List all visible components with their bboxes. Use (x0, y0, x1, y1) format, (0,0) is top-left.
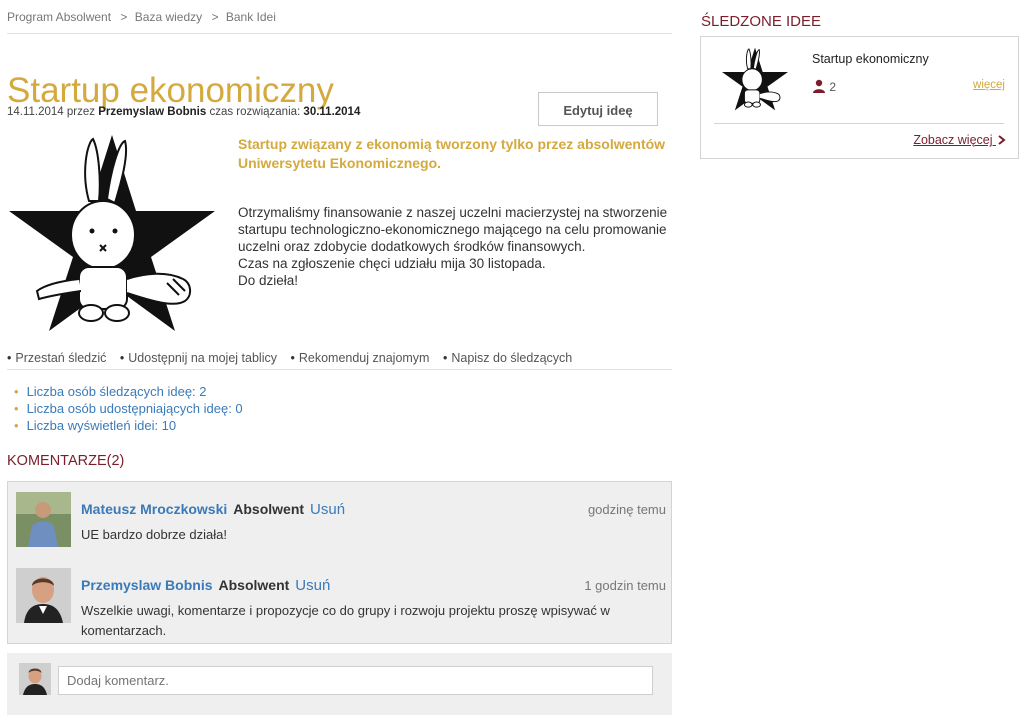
share-action[interactable]: • Udostępnij na mojej tablicy (120, 351, 277, 365)
bullet-icon: • (442, 351, 448, 365)
bullet-icon: • (14, 401, 19, 416)
idea-thumbnail[interactable] (713, 47, 797, 111)
comment-author-name[interactable]: Przemyslaw Bobnis (81, 577, 213, 593)
add-comment-input[interactable] (58, 666, 653, 695)
idea-image (9, 135, 215, 331)
stat-shares[interactable]: • Liczba osób udostępniających ideę: 0 (14, 400, 243, 417)
stat-views-label: Liczba wyświetleń idei: 10 (26, 418, 177, 433)
more-link[interactable]: więcej (973, 79, 1005, 91)
edit-idea-button[interactable]: Edytuj ideę (538, 92, 658, 126)
stat-followers-label: Liczba osób śledzących ideę: 2 (26, 384, 207, 399)
idea-meta: 14.11.2014 przez Przemyslaw Bobnis czas … (7, 106, 360, 118)
bullet-icon: • (14, 418, 19, 433)
stat-views[interactable]: • Liczba wyświetleń idei: 10 (14, 417, 243, 434)
idea-lead: Startup związany z ekonomią tworzony tyl… (238, 136, 666, 171)
followed-idea-followers: 2 (812, 79, 836, 94)
followers-count: 2 (829, 80, 837, 94)
idea-actions: • Przestań śledzić • Udostępnij na mojej t… (7, 351, 582, 365)
comment-item: Przemyslaw Bobnis Absolwent Usuń 1 godzin … (16, 568, 666, 638)
bullet-icon: • (14, 384, 19, 399)
idea-stats: • Liczba osób śledzących ideę: 2 • Liczba … (14, 383, 243, 434)
recommend-action[interactable]: • Rekomenduj znajomym (290, 351, 429, 365)
user-icon (813, 79, 825, 93)
divider (714, 123, 1004, 124)
bullet-icon: • (7, 351, 12, 365)
comment-author-name[interactable]: Mateusz Mroczkowski (81, 501, 227, 517)
deadline-label: czas rozwiązania: (209, 106, 301, 118)
unfollow-action[interactable]: • Przestań śledzić (7, 351, 106, 365)
description-paragraph: Do dzieła! (238, 273, 299, 288)
divider (7, 369, 672, 370)
add-comment-box (7, 653, 672, 715)
breadcrumb-bank-idei[interactable]: Bank Idei (226, 10, 276, 24)
chevron-right-icon (998, 135, 1006, 145)
idea-author[interactable]: Przemyslaw Bobnis (98, 106, 206, 118)
comments-title: KOMENTARZE(2) (7, 453, 125, 469)
avatar[interactable] (16, 568, 71, 623)
message-followers-action[interactable]: • Napisz do śledzących (443, 351, 572, 365)
bullet-icon: • (290, 351, 295, 365)
see-more-label: Zobacz więcej (913, 133, 993, 147)
divider (7, 33, 672, 34)
see-more-link[interactable]: Zobacz więcej (913, 133, 1006, 147)
breadcrumb: Program Absolwent > Baza wiedzy > Bank I… (7, 10, 276, 24)
unfollow-label: Przestań śledzić (15, 351, 107, 365)
delete-comment-button[interactable]: Usuń (310, 501, 345, 518)
delete-comment-button[interactable]: Usuń (295, 577, 330, 594)
breadcrumb-separator: > (211, 10, 219, 24)
share-label: Udostępnij na mojej tablicy (128, 351, 277, 365)
recommend-label: Rekomenduj znajomym (298, 351, 430, 365)
breadcrumb-baza-wiedzy[interactable]: Baza wiedzy (135, 10, 202, 24)
comment-author[interactable]: Przemyslaw Bobnis Absolwent Usuń (81, 577, 330, 594)
followed-ideas-title: ŚLEDZONE IDEE (701, 13, 822, 30)
comment-item: Mateusz Mroczkowski Absolwent Usuń godzinę… (16, 492, 666, 552)
breadcrumb-separator: > (120, 10, 128, 24)
description-paragraph: Czas na zgłoszenie chęci udziału mija 30… (238, 256, 546, 271)
avatar[interactable] (16, 492, 71, 547)
idea-date: 14.11.2014 (7, 106, 64, 118)
message-followers-label: Napisz do śledzących (451, 351, 573, 365)
comment-text: Wszelkie uwagi, komentarze i propozycje … (81, 603, 610, 638)
comment-text: UE bardzo dobrze działa! (81, 527, 227, 542)
bullet-icon: • (119, 351, 125, 365)
description-paragraph: Otrzymaliśmy finansowanie z naszej uczel… (238, 205, 668, 254)
comment-time: godzinę temu (587, 502, 666, 517)
idea-description: Otrzymaliśmy finansowanie z naszej uczel… (238, 204, 678, 289)
comment-author[interactable]: Mateusz Mroczkowski Absolwent Usuń (81, 501, 345, 518)
followed-idea-name[interactable]: Startup ekonomiczny (812, 52, 929, 66)
followed-ideas-box: Startup ekonomiczny 2 więcej Zobacz więc… (700, 36, 1019, 159)
comment-time: 1 godzin temu (584, 578, 666, 593)
stat-shares-label: Liczba osób udostępniających ideę: 0 (26, 401, 243, 416)
avatar (19, 663, 51, 695)
by-label: przez (66, 106, 96, 118)
idea-deadline: 30.11.2014 (303, 106, 361, 118)
breadcrumb-program-absolwent[interactable]: Program Absolwent (7, 10, 111, 24)
comment-role: Absolwent (218, 577, 290, 593)
stat-followers[interactable]: • Liczba osób śledzących ideę: 2 (14, 383, 243, 400)
comment-role: Absolwent (233, 501, 305, 517)
comments-list: Mateusz Mroczkowski Absolwent Usuń godzinę… (7, 481, 672, 644)
